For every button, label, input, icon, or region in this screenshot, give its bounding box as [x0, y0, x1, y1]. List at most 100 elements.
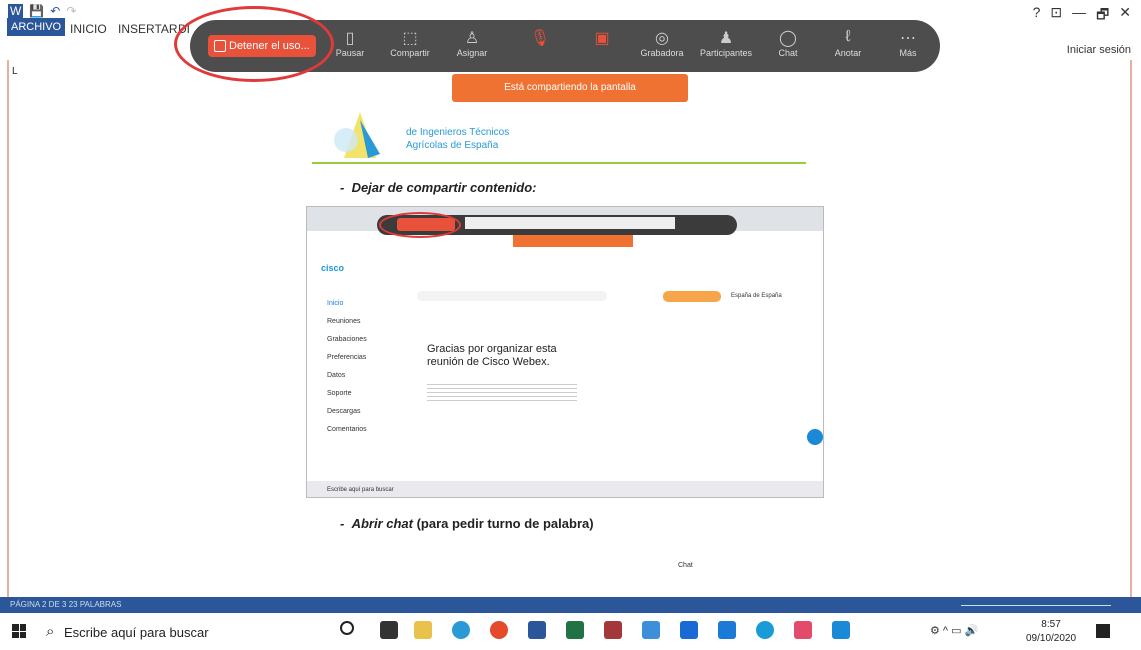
highlight-circle: [174, 6, 334, 82]
share-label: Compartir: [390, 48, 430, 58]
bullet-open-chat-bold: Abrir chat: [351, 516, 413, 531]
annotate-button[interactable]: ℓ Anotar: [822, 28, 874, 58]
pause-button[interactable]: ▯ Pausar: [324, 28, 376, 58]
inner-help-bubble: [807, 429, 823, 445]
quick-access-toolbar: W 💾 ↶ ↷: [8, 4, 76, 18]
inner-nav-item: Descargas: [327, 408, 361, 415]
system-tray[interactable]: ⚙ ^ ▭ 🔊: [930, 624, 978, 637]
inner-small-text: [427, 381, 577, 401]
assign-button[interactable]: ♙ Asignar: [446, 28, 498, 58]
app-icon[interactable]: [794, 621, 812, 639]
inner-thanks-line-1: Gracias por organizar esta: [427, 343, 557, 355]
more-button[interactable]: ⋯ Más: [882, 28, 934, 58]
inner-nav-item: Grabaciones: [327, 336, 367, 343]
ribbon-options-icon[interactable]: ⊡: [1050, 4, 1062, 28]
inner-orange-button: [663, 291, 721, 302]
org-line-2: Agrícolas de España: [406, 140, 499, 151]
page-border-right: [1130, 60, 1132, 600]
pause-icon: ▯: [345, 30, 355, 47]
chrome-icon[interactable]: [490, 621, 508, 639]
signin-link[interactable]: Iniciar sesión: [1067, 44, 1131, 56]
organization-name: de Ingenieros Técnicos Agrícolas de Espa…: [406, 126, 509, 152]
inner-chat-label: Chat: [678, 562, 693, 569]
participants-button[interactable]: ♟ Participantes: [700, 28, 752, 58]
pause-label: Pausar: [335, 48, 365, 58]
participants-label: Participantes: [700, 48, 753, 58]
assign-label: Asignar: [456, 48, 488, 58]
inner-nav-item: Inicio: [327, 300, 344, 307]
inner-tooltip: [465, 217, 675, 229]
status-page-count: PÁGINA 2 DE 3 23 PALABRAS: [10, 600, 122, 609]
clock[interactable]: 8:57 09/10/2020: [1026, 618, 1076, 646]
webex-icon[interactable]: [756, 621, 774, 639]
task-view-icon[interactable]: [380, 621, 398, 639]
edge-icon[interactable]: [452, 621, 470, 639]
window-controls: ? ⊡ — 🗗 ✕: [1033, 4, 1131, 28]
recorder-button[interactable]: ◎ Grabadora: [636, 28, 688, 58]
start-button[interactable]: [12, 624, 26, 638]
more-icon: ⋯: [900, 30, 916, 47]
inner-thanks-line-2: reunión de Cisco Webex.: [427, 356, 550, 368]
excel-icon[interactable]: [566, 621, 584, 639]
inner-language: España de España: [731, 293, 782, 299]
bullet-open-chat: - Abrir chat (para pedir turno de palabr…: [340, 516, 594, 531]
chat-button[interactable]: ◯ Chat: [762, 28, 814, 58]
tab-archivo[interactable]: ARCHIVO: [7, 18, 66, 36]
header-divider: [312, 162, 806, 164]
inner-nav: Inicio Reuniones Grabaciones Preferencia…: [327, 295, 367, 439]
embedded-screenshot: cisco España de España Inicio Reuniones …: [306, 206, 824, 498]
ruler-tab-marker: L: [12, 66, 18, 77]
inner-nav-item: Reuniones: [327, 318, 361, 325]
video-off-icon: ▣: [594, 30, 610, 47]
inner-nav-item: Datos: [327, 372, 346, 379]
zoom-app-icon[interactable]: [718, 621, 736, 639]
inner-nav-item: Preferencias: [327, 354, 367, 361]
inner-thanks-text: Gracias por organizar esta reunión de Ci…: [427, 343, 557, 369]
restore-icon[interactable]: 🗗: [1096, 4, 1109, 28]
bullet-stop-sharing: - Dejar de compartir contenido:: [340, 180, 536, 195]
search-icon[interactable]: ⌕: [46, 623, 54, 640]
inner-nav-item: Soporte: [327, 390, 352, 397]
taskbar-search-input[interactable]: Escribe aquí para buscar: [64, 625, 209, 640]
mute-button[interactable]: 🎙: [514, 28, 566, 48]
zoom-slider[interactable]: [931, 597, 1131, 613]
help-icon[interactable]: ?: [1033, 4, 1041, 28]
redo-icon[interactable]: ↷: [66, 4, 76, 18]
bullet-dash: -: [340, 516, 352, 531]
minimize-icon[interactable]: —: [1072, 4, 1086, 28]
bullet-open-chat-rest: (para pedir turno de palabra): [416, 516, 594, 531]
mute-icon: 🎙: [529, 30, 551, 47]
notifications-icon[interactable]: [1096, 624, 1110, 638]
bullet-dash: -: [340, 180, 352, 195]
inner-sharing-banner: [513, 235, 633, 247]
page-border-left: [7, 60, 9, 600]
share-icon: ⬚: [402, 30, 418, 47]
record-icon: ◎: [655, 30, 669, 47]
cisco-logo: cisco: [321, 263, 345, 273]
bullet-stop-sharing-text: Dejar de compartir contenido:: [351, 180, 537, 195]
chat-icon: ◯: [779, 30, 797, 47]
outlook-icon[interactable]: [642, 621, 660, 639]
share-button[interactable]: ⬚ Compartir: [384, 28, 436, 58]
sharing-banner[interactable]: Está compartiendo la pantalla: [452, 74, 688, 102]
inner-search-bar: [417, 291, 607, 301]
cortana-icon[interactable]: [340, 621, 354, 635]
tab-inicio[interactable]: INICIO: [70, 22, 107, 36]
undo-icon[interactable]: ↶: [50, 4, 60, 18]
inner-taskbar: Escribe aquí para buscar: [307, 481, 823, 497]
annotate-label: Anotar: [834, 48, 862, 58]
access-icon[interactable]: [604, 621, 622, 639]
word-icon[interactable]: [528, 621, 546, 639]
tab-insertar[interactable]: INSERTAR: [118, 22, 178, 36]
file-explorer-icon[interactable]: [414, 621, 432, 639]
close-icon[interactable]: ✕: [1119, 4, 1131, 28]
save-icon[interactable]: 💾: [29, 4, 44, 18]
clock-date: 09/10/2020: [1026, 633, 1077, 644]
participants-icon: ♟: [718, 30, 734, 47]
org-line-1: de Ingenieros Técnicos: [406, 127, 510, 138]
clock-time: 8:57: [1041, 619, 1061, 630]
dropbox-icon[interactable]: [680, 621, 698, 639]
word-status-bar: PÁGINA 2 DE 3 23 PALABRAS: [0, 597, 1141, 613]
skype-icon[interactable]: [832, 621, 850, 639]
video-button[interactable]: ▣: [576, 28, 628, 48]
